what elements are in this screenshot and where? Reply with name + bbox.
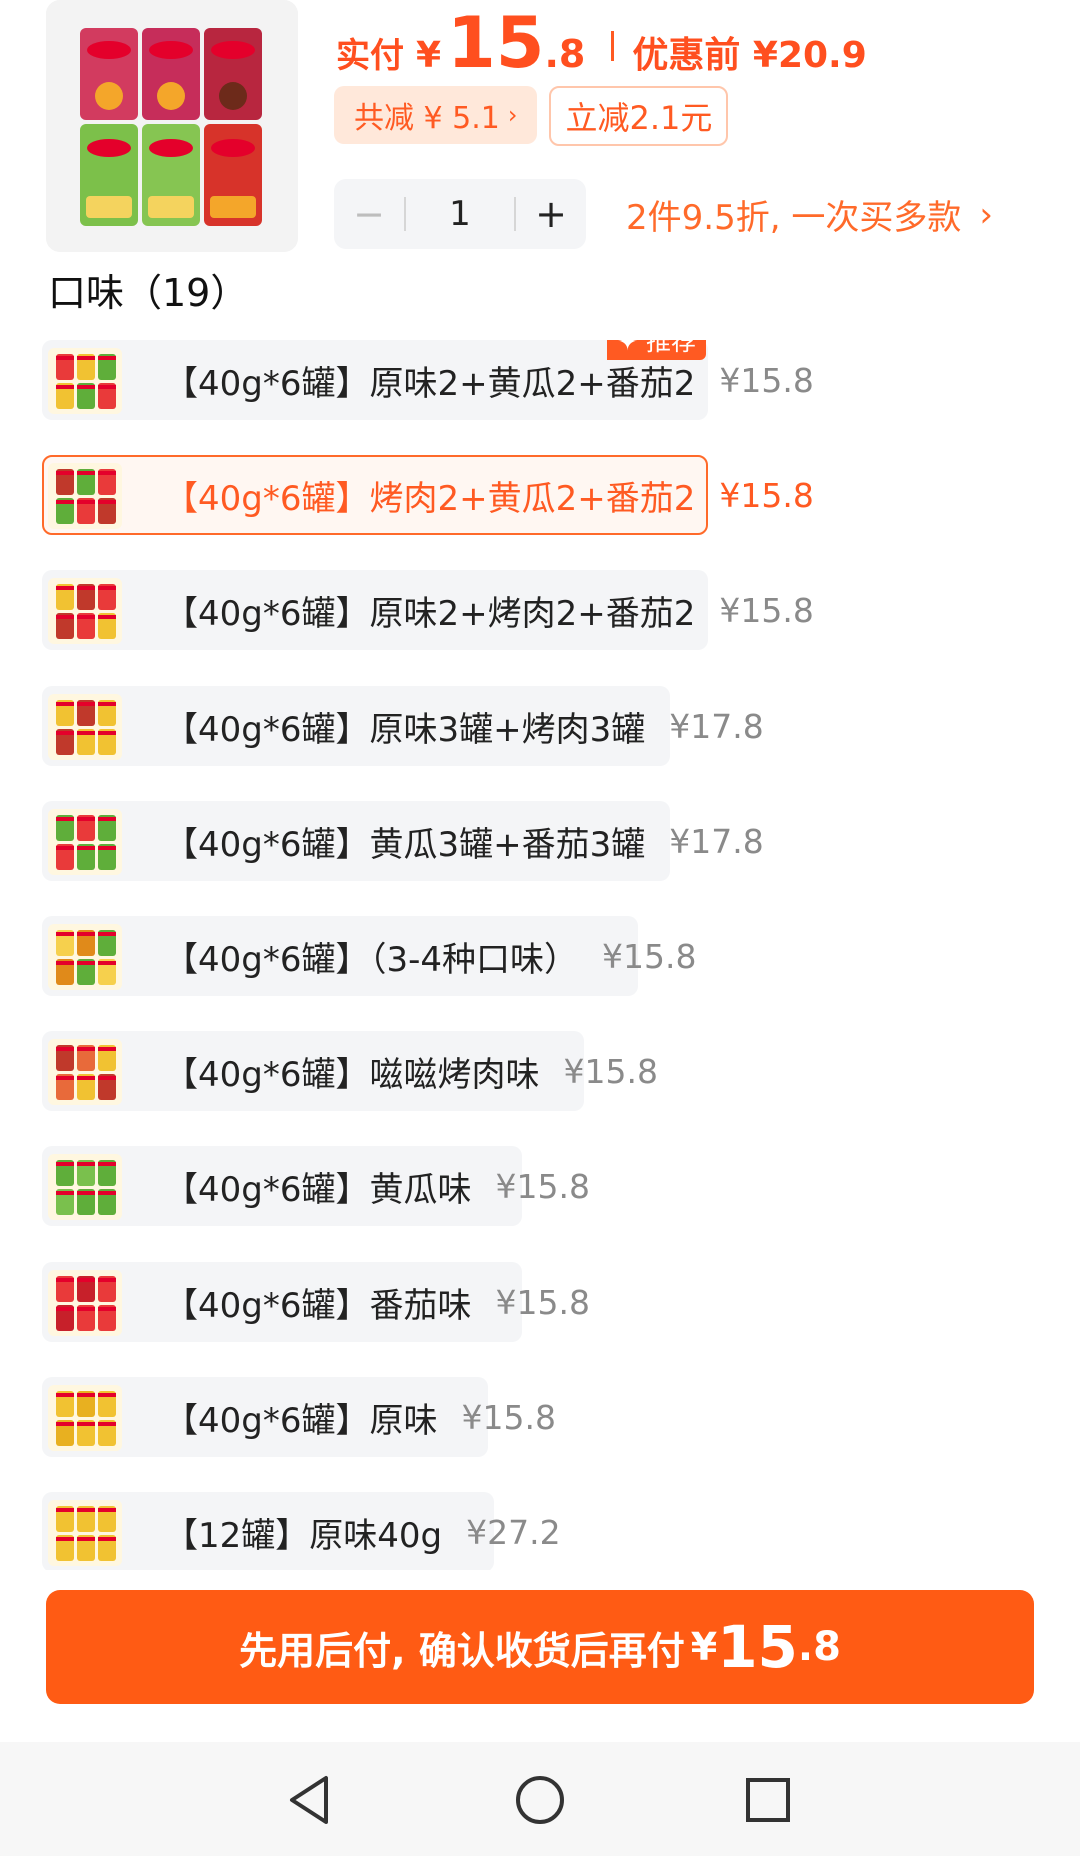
flavor-thumbnail <box>48 1154 122 1220</box>
recents-square-icon[interactable] <box>738 1770 798 1830</box>
flavor-option[interactable]: 【40g*6罐】番茄味 ¥15.8 <box>42 1262 590 1342</box>
flavor-option-text: 【40g*6罐】（3-4种口味） ¥15.8 <box>164 918 697 994</box>
chevron-right-icon: › <box>979 194 993 235</box>
flavor-option-price: ¥15.8 <box>719 475 814 515</box>
flavor-thumbnail <box>48 1039 122 1105</box>
flavor-thumbnail <box>48 348 122 414</box>
decrease-quantity-button[interactable]: − <box>334 192 404 236</box>
flavor-option-label: 【40g*6罐】黄瓜味 <box>164 1169 472 1210</box>
flavor-option-text: 【40g*6罐】原味2+黄瓜2+番茄2 ¥15.8 <box>164 342 814 418</box>
flavor-option-label: 【12罐】原味40g <box>164 1515 443 1556</box>
flavor-thumbnail <box>48 1270 122 1336</box>
flavor-option-text: 【40g*6罐】原味2+烤肉2+番茄2 ¥15.8 <box>164 572 814 648</box>
flavor-option-price: ¥27.2 <box>466 1512 561 1552</box>
flavor-thumbnail <box>48 463 122 529</box>
instant-discount-text: 立减2.1元 <box>565 99 713 137</box>
flavor-section-title: 口味（19） <box>48 271 249 315</box>
flavor-option-text: 【40g*6罐】黄瓜3罐+番茄3罐 ¥17.8 <box>164 803 764 879</box>
flavor-option[interactable]: 【40g*6罐】黄瓜3罐+番茄3罐 ¥17.8 <box>42 801 764 881</box>
cta-amount-decimal: .8 <box>797 1624 841 1670</box>
flavor-option[interactable]: 【40g*6罐】嗞嗞烤肉味 ¥15.8 <box>42 1031 658 1111</box>
flavor-option-price: ¥15.8 <box>495 1282 590 1322</box>
flavor-option-label: 【40g*6罐】嗞嗞烤肉味 <box>164 1054 540 1095</box>
flavor-option-price: ¥15.8 <box>563 1051 658 1091</box>
flavor-thumbnail <box>48 578 122 644</box>
recommended-badge: ✦ 推荐 <box>607 340 706 360</box>
flavor-thumbnail <box>48 1385 122 1451</box>
promo-text: 2件9.5折, 一次买多款 <box>626 198 962 238</box>
flavor-option-label: 【40g*6罐】黄瓜3罐+番茄3罐 <box>164 824 646 865</box>
flavor-thumbnail <box>48 1500 122 1566</box>
pay-amount-decimal: .8 <box>544 32 586 76</box>
cta-amount-integer: 15 <box>717 1613 798 1681</box>
flavor-option-price: ¥15.8 <box>719 590 814 630</box>
cta-currency: ¥ <box>690 1625 718 1669</box>
flavor-option-label: 【40g*6罐】原味2+烤肉2+番茄2 <box>164 593 696 634</box>
flavor-option-label: 【40g*6罐】烤肉2+黄瓜2+番茄2 <box>164 478 696 519</box>
flavor-option[interactable]: 【12罐】原味40g ¥27.2 <box>42 1492 561 1570</box>
flavor-option[interactable]: 【40g*6罐】原味2+黄瓜2+番茄2 ¥15.8 ✦ 推荐 <box>42 340 814 420</box>
cta-label: 先用后付, 确认收货后再付 <box>239 1628 685 1673</box>
pay-currency: ¥ <box>416 35 442 76</box>
pay-later-confirm-button[interactable]: 先用后付, 确认收货后再付 ¥ 15 .8 <box>46 1590 1034 1704</box>
flavor-option[interactable]: 【40g*6罐】黄瓜味 ¥15.8 <box>42 1146 590 1226</box>
flavor-option[interactable]: 【40g*6罐】烤肉2+黄瓜2+番茄2 ¥15.8 <box>42 455 814 535</box>
flavor-option-label: 【40g*6罐】番茄味 <box>164 1285 472 1326</box>
flavor-option-price: ¥15.8 <box>461 1397 556 1437</box>
flavor-option-price: ¥17.8 <box>669 706 764 746</box>
flavor-option-text: 【40g*6罐】原味 ¥15.8 <box>164 1379 556 1455</box>
total-discount-text: 共减 ¥ 5.1 <box>354 101 500 136</box>
flavor-option-price: ¥15.8 <box>495 1166 590 1206</box>
flavor-option-label: 【40g*6罐】原味 <box>164 1400 438 1441</box>
flavor-thumbnail <box>48 924 122 990</box>
flavor-option-price: ¥17.8 <box>669 821 764 861</box>
original-price: 优惠前 ¥20.9 <box>632 35 867 76</box>
flavor-option-text: 【40g*6罐】番茄味 ¥15.8 <box>164 1264 590 1340</box>
flavor-option-label: 【40g*6罐】原味3罐+烤肉3罐 <box>164 709 646 750</box>
flavor-thumbnail <box>48 694 122 760</box>
instant-discount-chip: 立减2.1元 <box>549 86 729 146</box>
flavor-option-price: ¥15.8 <box>719 360 814 400</box>
pay-amount-integer: 15 <box>447 2 545 84</box>
flavor-option-text: 【40g*6罐】原味3罐+烤肉3罐 ¥17.8 <box>164 688 764 764</box>
back-triangle-icon[interactable] <box>282 1770 342 1830</box>
total-discount-chip[interactable]: 共减 ¥ 5.1 › <box>334 86 538 144</box>
flavor-option-text: 【40g*6罐】烤肉2+黄瓜2+番茄2 ¥15.8 <box>164 457 814 533</box>
flavor-option[interactable]: 【40g*6罐】（3-4种口味） ¥15.8 <box>42 916 697 996</box>
home-circle-icon[interactable] <box>510 1770 570 1830</box>
chevron-right-icon: › <box>507 101 518 129</box>
increase-quantity-button[interactable]: + <box>516 192 586 236</box>
flavor-option[interactable]: 【40g*6罐】原味3罐+烤肉3罐 ¥17.8 <box>42 686 764 766</box>
flavor-option-text: 【40g*6罐】黄瓜味 ¥15.8 <box>164 1148 590 1224</box>
price-divider <box>611 31 615 61</box>
multi-buy-promo-link[interactable]: 2件9.5折, 一次买多款 › <box>626 190 993 239</box>
price-row: 实付 ¥ 15 .8 优惠前 ¥20.9 <box>336 8 867 84</box>
product-thumbnail[interactable] <box>46 0 298 252</box>
quantity-value[interactable]: 1 <box>406 194 514 234</box>
flavor-option-text: 【12罐】原味40g ¥27.2 <box>164 1494 561 1570</box>
flavor-option-label: 【40g*6罐】原味2+黄瓜2+番茄2 <box>164 363 696 404</box>
product-summary-header: 实付 ¥ 15 .8 优惠前 ¥20.9 共减 ¥ 5.1 › 立减2.1元 −… <box>0 0 1080 268</box>
flavor-option[interactable]: 【40g*6罐】原味2+烤肉2+番茄2 ¥15.8 <box>42 570 814 650</box>
flavor-option-price: ¥15.8 <box>602 936 697 976</box>
flavor-option[interactable]: 【40g*6罐】原味 ¥15.8 <box>42 1377 556 1457</box>
discount-chips: 共减 ¥ 5.1 › 立减2.1元 <box>334 86 729 146</box>
flavor-option-list: 【40g*6罐】原味2+黄瓜2+番茄2 ¥15.8 ✦ 推荐【40g*6罐】烤肉2+… <box>0 340 1080 1570</box>
flavor-option-label: 【40g*6罐】（3-4种口味） <box>164 939 579 980</box>
system-navigation-bar <box>0 1742 1080 1856</box>
pay-label: 实付 <box>336 36 404 76</box>
quantity-stepper: − 1 + <box>334 179 586 249</box>
flavor-thumbnail <box>48 809 122 875</box>
flavor-option-text: 【40g*6罐】嗞嗞烤肉味 ¥15.8 <box>164 1033 658 1109</box>
